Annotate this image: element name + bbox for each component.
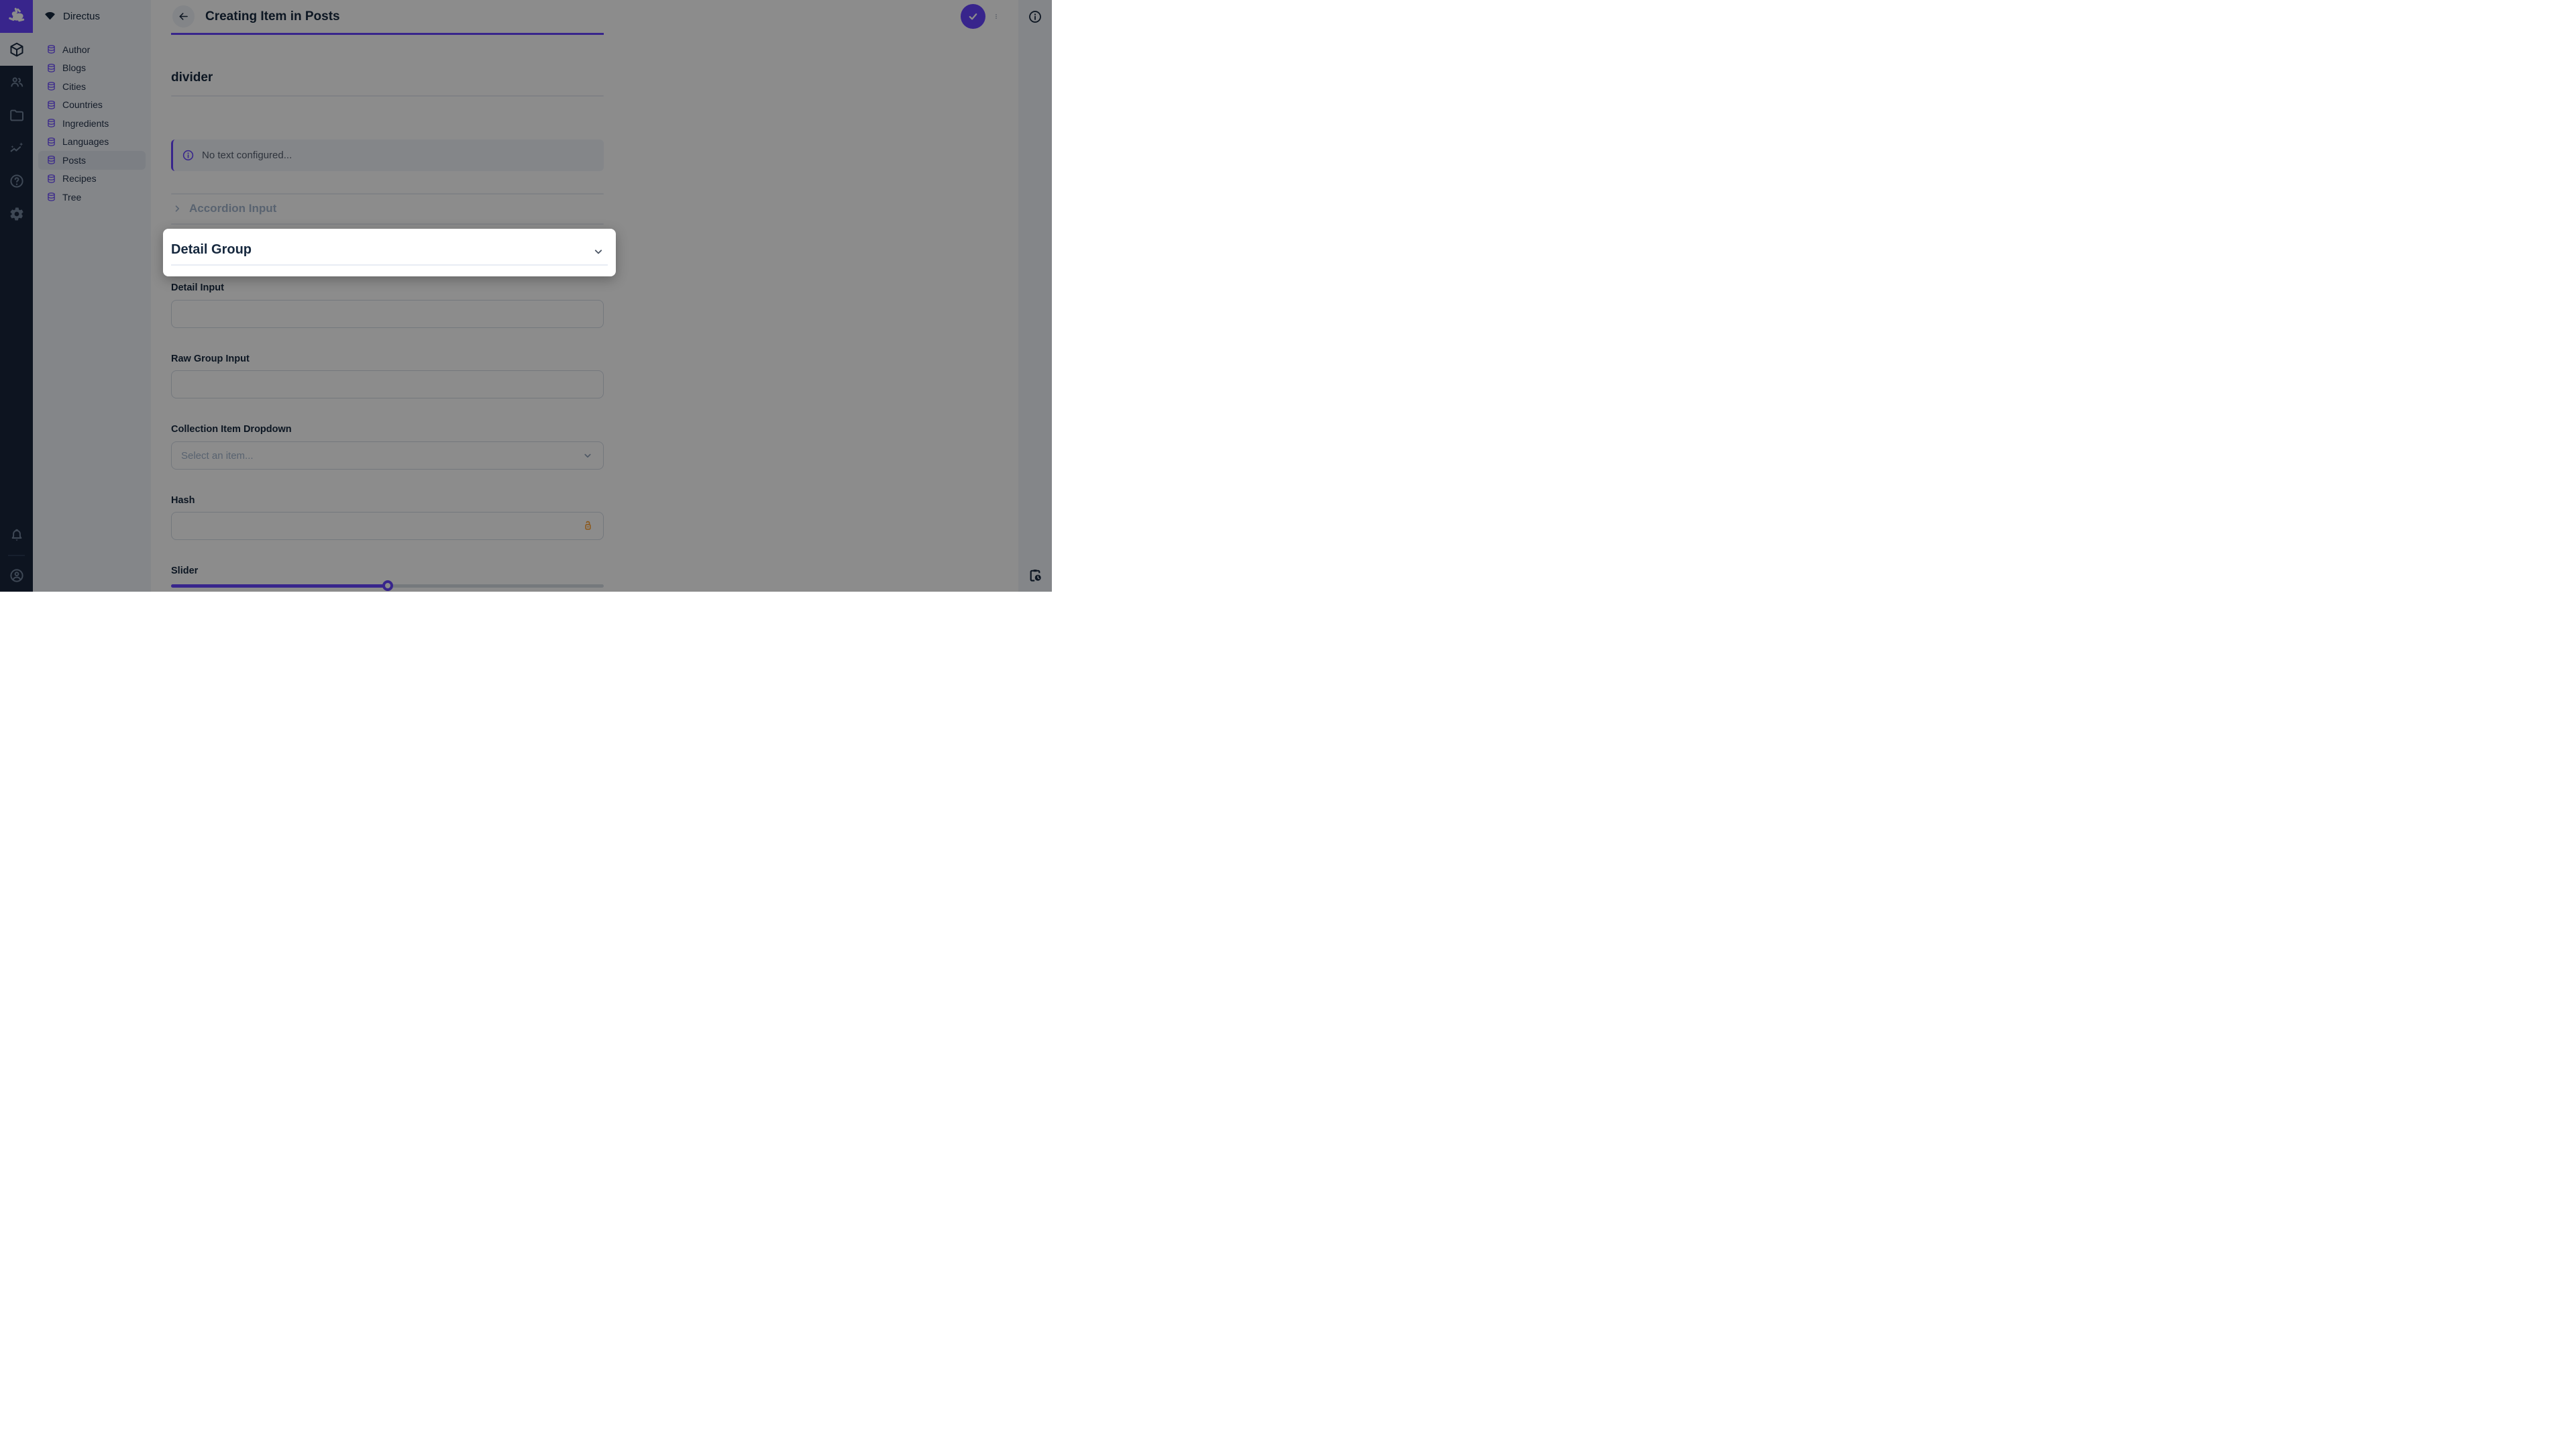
- insights-chart-icon: [9, 140, 25, 156]
- collection-item-dropdown[interactable]: Select an item...: [171, 441, 604, 470]
- hash-label: Hash: [171, 495, 195, 506]
- hash-input-field[interactable]: [171, 512, 604, 540]
- content-top-accent-bar: [171, 33, 604, 35]
- module-content[interactable]: [0, 33, 33, 66]
- module-bar-divider: [8, 555, 25, 556]
- accordion-input-header[interactable]: Accordion Input: [171, 197, 604, 221]
- notice-text: No text configured...: [202, 150, 292, 161]
- module-users[interactable]: [0, 66, 33, 99]
- module-settings[interactable]: [0, 197, 33, 230]
- check-icon: [966, 9, 980, 23]
- sidebar-item-recipes[interactable]: Recipes: [38, 170, 146, 189]
- detail-input-field[interactable]: [171, 300, 604, 328]
- user-menu-button[interactable]: [0, 559, 33, 592]
- kebab-menu-icon: [993, 10, 1000, 23]
- module-bar-bottom: [0, 519, 33, 592]
- sidebar-item-author[interactable]: Author: [38, 40, 146, 59]
- slider-fill: [171, 584, 388, 588]
- database-icon: [46, 137, 56, 147]
- project-name: Directus: [63, 11, 100, 22]
- raw-group-input-label: Raw Group Input: [171, 354, 250, 364]
- slider-handle[interactable]: [382, 580, 393, 591]
- sidebar-item-languages[interactable]: Languages: [38, 133, 146, 152]
- accordion-top-rule: [171, 193, 604, 195]
- database-icon: [46, 155, 56, 165]
- sidebar-item-cities[interactable]: Cities: [38, 77, 146, 96]
- user-avatar-icon: [9, 568, 25, 584]
- detail-group-divider: [171, 264, 608, 266]
- divider-heading: divider: [171, 70, 213, 85]
- users-icon: [9, 74, 25, 91]
- sidebar-item-tree[interactable]: Tree: [38, 188, 146, 207]
- sidebar-item-posts[interactable]: Posts: [38, 151, 146, 170]
- sidebar-item-ingredients[interactable]: Ingredients: [38, 114, 146, 133]
- lock-open-icon: [581, 519, 595, 533]
- info-icon: [182, 149, 195, 162]
- collection-label: Cities: [62, 81, 86, 92]
- module-bar: [0, 0, 33, 592]
- item-form: divider No text configured... Accordion …: [151, 33, 1018, 592]
- settings-gear-icon: [9, 206, 25, 222]
- chevron-right-icon: [171, 203, 183, 215]
- content-box-icon: [9, 42, 25, 58]
- module-files[interactable]: [0, 99, 33, 131]
- hash-field-wrap: [171, 512, 604, 540]
- more-options-button[interactable]: [989, 7, 1004, 27]
- slider-field: [171, 580, 604, 591]
- raw-group-input-field[interactable]: [171, 370, 604, 398]
- info-sidebar-button[interactable]: [1018, 0, 1052, 33]
- notifications-button[interactable]: [0, 519, 33, 552]
- chevron-down-icon: [582, 449, 594, 462]
- save-button[interactable]: [961, 4, 985, 29]
- navigation-panel: Directus Author Blogs Cities Countries I…: [33, 0, 151, 592]
- accordion-bottom-rule: [171, 223, 604, 225]
- arrow-left-icon: [177, 10, 190, 23]
- right-sidebar: [1018, 0, 1052, 592]
- slider-label: Slider: [171, 566, 198, 576]
- directus-rabbit-icon: [7, 7, 27, 27]
- database-icon: [46, 100, 56, 110]
- page-title: Creating Item in Posts: [205, 9, 340, 24]
- sidebar-item-blogs[interactable]: Blogs: [38, 59, 146, 78]
- database-icon: [46, 118, 56, 128]
- database-icon: [46, 192, 56, 202]
- project-chooser[interactable]: Directus: [33, 0, 151, 33]
- database-icon: [46, 44, 56, 54]
- collection-label: Author: [62, 44, 90, 55]
- project-fan-icon: [43, 9, 57, 23]
- collection-list: Author Blogs Cities Countries Ingredient…: [33, 33, 151, 207]
- dropdown-placeholder: Select an item...: [181, 450, 254, 462]
- collection-label: Recipes: [62, 173, 97, 184]
- collection-item-dropdown-label: Collection Item Dropdown: [171, 424, 292, 435]
- collection-label: Languages: [62, 136, 109, 147]
- database-icon: [46, 63, 56, 73]
- header-actions: [961, 4, 1004, 29]
- module-help[interactable]: [0, 164, 33, 197]
- info-icon: [1028, 9, 1042, 24]
- pending-actions-icon: [1027, 568, 1043, 584]
- module-insights[interactable]: [0, 131, 33, 164]
- divider-rule: [171, 95, 604, 97]
- collection-label: Ingredients: [62, 118, 109, 129]
- back-button[interactable]: [172, 5, 195, 28]
- collection-label: Posts: [62, 155, 86, 166]
- help-question-icon: [9, 173, 25, 189]
- database-icon: [46, 174, 56, 184]
- directus-logo-button[interactable]: [0, 0, 33, 33]
- revisions-sidebar-button[interactable]: [1018, 559, 1052, 592]
- info-notice: No text configured...: [171, 140, 604, 171]
- chevron-down-icon[interactable]: [592, 245, 605, 258]
- page-header: Creating Item in Posts: [151, 0, 1018, 33]
- detail-group-title: Detail Group: [171, 242, 252, 258]
- collection-label: Blogs: [62, 62, 86, 73]
- notifications-bell-icon: [9, 528, 25, 544]
- database-icon: [46, 81, 56, 91]
- sidebar-item-countries[interactable]: Countries: [38, 96, 146, 115]
- detail-input-label: Detail Input: [171, 282, 224, 293]
- detail-group-card[interactable]: Detail Group: [163, 229, 616, 276]
- collection-label: Countries: [62, 99, 103, 110]
- accordion-label: Accordion Input: [189, 202, 276, 215]
- files-folder-icon: [9, 107, 25, 123]
- collection-label: Tree: [62, 192, 81, 203]
